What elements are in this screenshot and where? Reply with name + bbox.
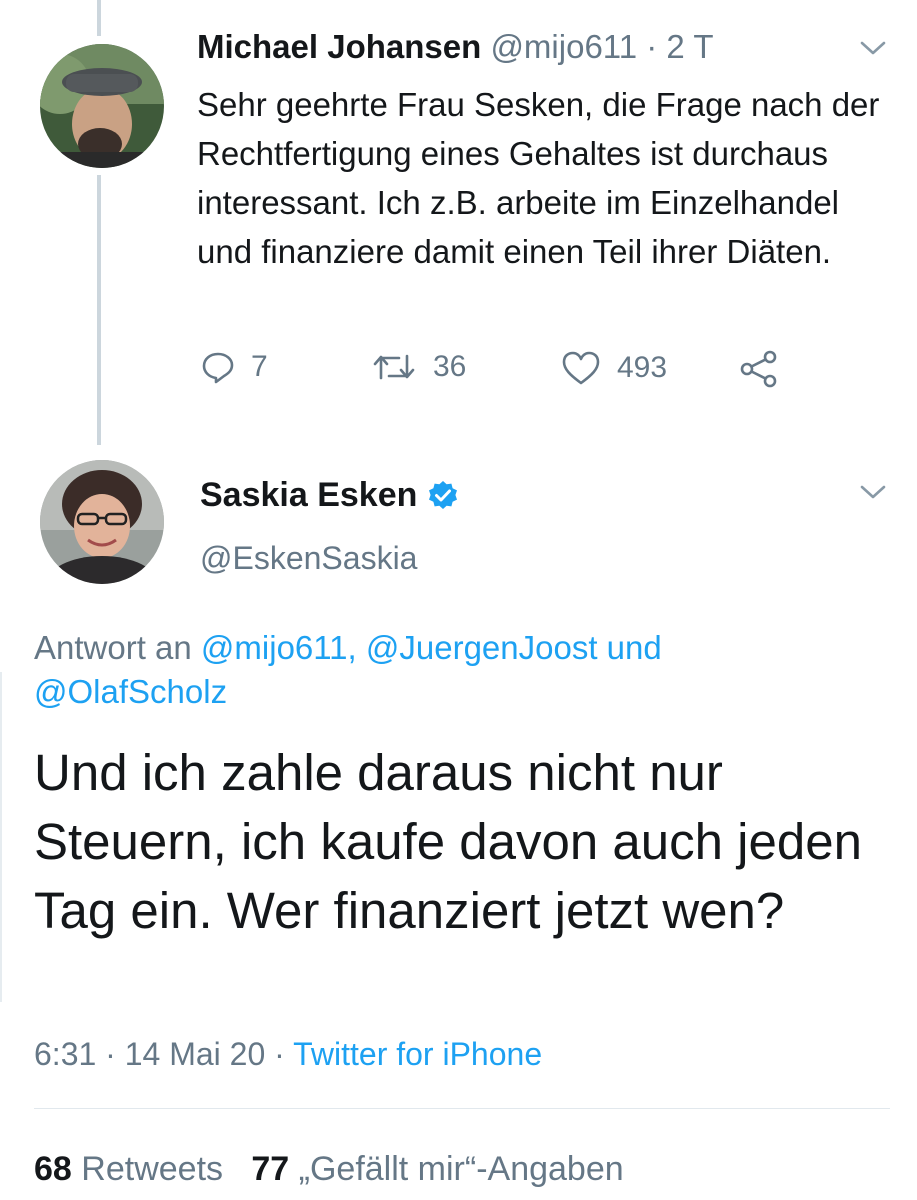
tweet-source-link[interactable]: Twitter for iPhone — [293, 1036, 542, 1072]
retweet-button[interactable]: 36 — [371, 350, 466, 384]
chevron-down-icon[interactable] — [860, 484, 886, 500]
reply-mentions[interactable]: @mijo611, @JuergenJoost — [201, 629, 598, 666]
share-icon — [740, 350, 777, 388]
likes-count: 77 — [251, 1150, 290, 1188]
author-name[interactable]: Saskia Esken — [200, 476, 417, 515]
reply-count: 7 — [251, 350, 268, 383]
avatar-michael-johansen[interactable] — [40, 44, 164, 168]
verified-badge-icon — [427, 480, 459, 512]
reply-icon — [202, 352, 234, 384]
reply-mention-olafscholz[interactable]: @OlafScholz — [34, 673, 227, 710]
reply-context: Antwort an @mijo611, @JuergenJoost und @… — [34, 626, 894, 714]
retweet-icon — [373, 354, 415, 380]
share-button[interactable] — [739, 350, 779, 388]
meta-separator: · — [96, 1036, 125, 1072]
meta-separator: · — [637, 28, 667, 65]
reply-prefix: Antwort an — [34, 629, 201, 666]
main-tweet-author: Saskia Esken — [200, 476, 459, 515]
main-tweet-text: Und ich zahle daraus nicht nur Steuern, … — [34, 744, 862, 939]
likes-label: „Gefällt mir“-Angaben — [298, 1150, 624, 1188]
reply-button[interactable]: 7 — [201, 350, 268, 384]
retweet-count: 36 — [433, 350, 467, 383]
likes-stat[interactable]: 77 „Gefällt mir“-Angaben — [251, 1150, 623, 1188]
meta-separator: · — [265, 1036, 294, 1072]
avatar-saskia-esken[interactable] — [40, 460, 164, 584]
tweet-stats: 68 Retweets 77 „Gefällt mir“-Angaben — [34, 1150, 624, 1189]
like-button[interactable]: 493 — [561, 350, 667, 386]
parent-tweet-header: Michael Johansen @mijo611 · 2 T — [197, 28, 713, 66]
author-handle[interactable]: @EskenSaskia — [200, 540, 417, 577]
like-count: 493 — [617, 351, 668, 384]
tweet-meta: 6:31 · 14 Mai 20 · Twitter for iPhone — [34, 1036, 542, 1073]
edge-divider — [0, 672, 2, 1002]
divider — [34, 1108, 890, 1109]
author-handle[interactable]: @mijo611 — [490, 28, 637, 65]
reply-conjunction[interactable]: und — [598, 629, 662, 666]
author-name[interactable]: Michael Johansen — [197, 28, 481, 65]
retweets-count: 68 — [34, 1150, 72, 1188]
tweet-date: 14 Mai 20 — [124, 1036, 266, 1072]
thread-connector-top — [97, 0, 101, 36]
like-icon — [562, 351, 600, 385]
retweets-label: Retweets — [81, 1150, 224, 1188]
tweet-time-ago[interactable]: 2 T — [666, 28, 713, 65]
parent-tweet-text: Sehr geehrte Frau Sesken, die Frage nach… — [197, 86, 880, 270]
chevron-down-icon[interactable] — [860, 40, 886, 56]
tweet-time: 6:31 — [34, 1036, 97, 1072]
retweets-stat[interactable]: 68 Retweets — [34, 1150, 223, 1188]
parent-tweet-actions: 7 36 493 — [197, 350, 837, 400]
thread-connector — [97, 175, 101, 445]
